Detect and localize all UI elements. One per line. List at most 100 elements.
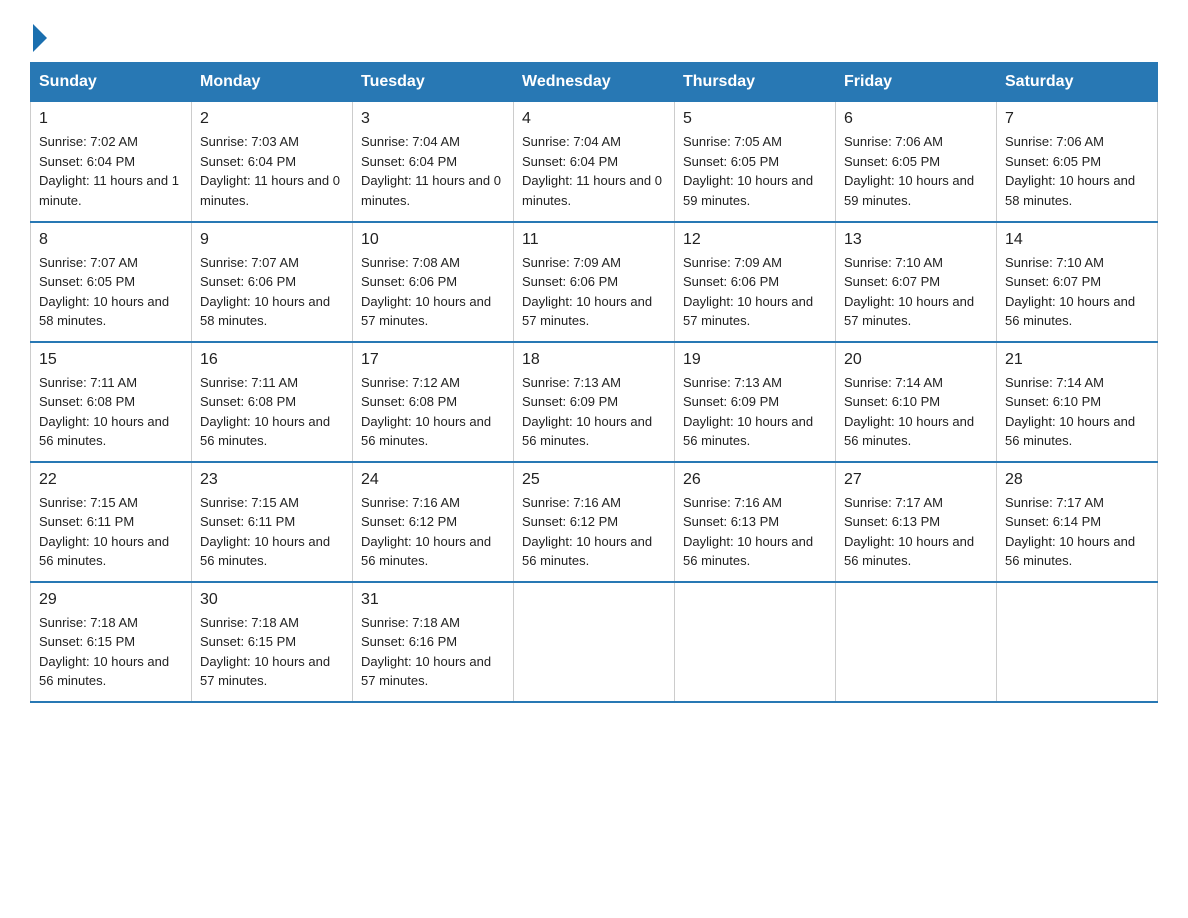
- day-info: Sunrise: 7:17 AMSunset: 6:14 PMDaylight:…: [1005, 493, 1149, 571]
- day-number: 13: [844, 231, 988, 249]
- table-row: 29 Sunrise: 7:18 AMSunset: 6:15 PMDaylig…: [31, 582, 192, 702]
- day-info: Sunrise: 7:11 AMSunset: 6:08 PMDaylight:…: [39, 373, 183, 451]
- table-row: [836, 582, 997, 702]
- col-monday: Monday: [192, 63, 353, 102]
- day-number: 3: [361, 110, 505, 128]
- table-row: 25 Sunrise: 7:16 AMSunset: 6:12 PMDaylig…: [514, 462, 675, 582]
- day-number: 26: [683, 471, 827, 489]
- day-info: Sunrise: 7:04 AMSunset: 6:04 PMDaylight:…: [522, 132, 666, 210]
- table-row: 5 Sunrise: 7:05 AMSunset: 6:05 PMDayligh…: [675, 102, 836, 222]
- col-wednesday: Wednesday: [514, 63, 675, 102]
- table-row: 6 Sunrise: 7:06 AMSunset: 6:05 PMDayligh…: [836, 102, 997, 222]
- col-sunday: Sunday: [31, 63, 192, 102]
- day-info: Sunrise: 7:12 AMSunset: 6:08 PMDaylight:…: [361, 373, 505, 451]
- day-number: 7: [1005, 110, 1149, 128]
- day-number: 30: [200, 591, 344, 609]
- table-row: [514, 582, 675, 702]
- col-friday: Friday: [836, 63, 997, 102]
- table-row: [997, 582, 1158, 702]
- table-row: 10 Sunrise: 7:08 AMSunset: 6:06 PMDaylig…: [353, 222, 514, 342]
- table-row: 12 Sunrise: 7:09 AMSunset: 6:06 PMDaylig…: [675, 222, 836, 342]
- day-info: Sunrise: 7:06 AMSunset: 6:05 PMDaylight:…: [1005, 132, 1149, 210]
- col-tuesday: Tuesday: [353, 63, 514, 102]
- day-info: Sunrise: 7:18 AMSunset: 6:15 PMDaylight:…: [39, 613, 183, 691]
- table-row: 27 Sunrise: 7:17 AMSunset: 6:13 PMDaylig…: [836, 462, 997, 582]
- table-row: 9 Sunrise: 7:07 AMSunset: 6:06 PMDayligh…: [192, 222, 353, 342]
- table-row: 8 Sunrise: 7:07 AMSunset: 6:05 PMDayligh…: [31, 222, 192, 342]
- col-saturday: Saturday: [997, 63, 1158, 102]
- day-info: Sunrise: 7:08 AMSunset: 6:06 PMDaylight:…: [361, 253, 505, 331]
- calendar-week-row: 22 Sunrise: 7:15 AMSunset: 6:11 PMDaylig…: [31, 462, 1158, 582]
- day-number: 2: [200, 110, 344, 128]
- day-number: 22: [39, 471, 183, 489]
- table-row: 17 Sunrise: 7:12 AMSunset: 6:08 PMDaylig…: [353, 342, 514, 462]
- day-number: 23: [200, 471, 344, 489]
- day-info: Sunrise: 7:02 AMSunset: 6:04 PMDaylight:…: [39, 132, 183, 210]
- day-number: 17: [361, 351, 505, 369]
- day-info: Sunrise: 7:07 AMSunset: 6:05 PMDaylight:…: [39, 253, 183, 331]
- table-row: 31 Sunrise: 7:18 AMSunset: 6:16 PMDaylig…: [353, 582, 514, 702]
- table-row: 24 Sunrise: 7:16 AMSunset: 6:12 PMDaylig…: [353, 462, 514, 582]
- day-number: 1: [39, 110, 183, 128]
- day-info: Sunrise: 7:10 AMSunset: 6:07 PMDaylight:…: [844, 253, 988, 331]
- day-number: 14: [1005, 231, 1149, 249]
- day-number: 29: [39, 591, 183, 609]
- day-info: Sunrise: 7:15 AMSunset: 6:11 PMDaylight:…: [39, 493, 183, 571]
- day-info: Sunrise: 7:03 AMSunset: 6:04 PMDaylight:…: [200, 132, 344, 210]
- day-number: 12: [683, 231, 827, 249]
- day-number: 28: [1005, 471, 1149, 489]
- table-row: 19 Sunrise: 7:13 AMSunset: 6:09 PMDaylig…: [675, 342, 836, 462]
- day-info: Sunrise: 7:16 AMSunset: 6:12 PMDaylight:…: [522, 493, 666, 571]
- table-row: 11 Sunrise: 7:09 AMSunset: 6:06 PMDaylig…: [514, 222, 675, 342]
- day-number: 18: [522, 351, 666, 369]
- table-row: 30 Sunrise: 7:18 AMSunset: 6:15 PMDaylig…: [192, 582, 353, 702]
- day-info: Sunrise: 7:16 AMSunset: 6:12 PMDaylight:…: [361, 493, 505, 571]
- day-info: Sunrise: 7:11 AMSunset: 6:08 PMDaylight:…: [200, 373, 344, 451]
- day-number: 25: [522, 471, 666, 489]
- day-number: 9: [200, 231, 344, 249]
- table-row: 16 Sunrise: 7:11 AMSunset: 6:08 PMDaylig…: [192, 342, 353, 462]
- table-row: 1 Sunrise: 7:02 AMSunset: 6:04 PMDayligh…: [31, 102, 192, 222]
- table-row: 15 Sunrise: 7:11 AMSunset: 6:08 PMDaylig…: [31, 342, 192, 462]
- day-number: 5: [683, 110, 827, 128]
- day-number: 21: [1005, 351, 1149, 369]
- day-info: Sunrise: 7:16 AMSunset: 6:13 PMDaylight:…: [683, 493, 827, 571]
- day-info: Sunrise: 7:13 AMSunset: 6:09 PMDaylight:…: [522, 373, 666, 451]
- calendar-week-row: 15 Sunrise: 7:11 AMSunset: 6:08 PMDaylig…: [31, 342, 1158, 462]
- day-number: 8: [39, 231, 183, 249]
- day-info: Sunrise: 7:09 AMSunset: 6:06 PMDaylight:…: [522, 253, 666, 331]
- table-row: 4 Sunrise: 7:04 AMSunset: 6:04 PMDayligh…: [514, 102, 675, 222]
- day-info: Sunrise: 7:17 AMSunset: 6:13 PMDaylight:…: [844, 493, 988, 571]
- calendar-week-row: 29 Sunrise: 7:18 AMSunset: 6:15 PMDaylig…: [31, 582, 1158, 702]
- calendar-header-row: Sunday Monday Tuesday Wednesday Thursday…: [31, 63, 1158, 102]
- logo-arrow-icon: [33, 24, 47, 52]
- day-info: Sunrise: 7:06 AMSunset: 6:05 PMDaylight:…: [844, 132, 988, 210]
- table-row: 18 Sunrise: 7:13 AMSunset: 6:09 PMDaylig…: [514, 342, 675, 462]
- day-info: Sunrise: 7:18 AMSunset: 6:16 PMDaylight:…: [361, 613, 505, 691]
- day-info: Sunrise: 7:09 AMSunset: 6:06 PMDaylight:…: [683, 253, 827, 331]
- day-info: Sunrise: 7:18 AMSunset: 6:15 PMDaylight:…: [200, 613, 344, 691]
- day-info: Sunrise: 7:05 AMSunset: 6:05 PMDaylight:…: [683, 132, 827, 210]
- day-number: 19: [683, 351, 827, 369]
- calendar-week-row: 1 Sunrise: 7:02 AMSunset: 6:04 PMDayligh…: [31, 102, 1158, 222]
- day-number: 24: [361, 471, 505, 489]
- page-header: [30, 20, 1158, 44]
- day-number: 10: [361, 231, 505, 249]
- table-row: 20 Sunrise: 7:14 AMSunset: 6:10 PMDaylig…: [836, 342, 997, 462]
- calendar-table: Sunday Monday Tuesday Wednesday Thursday…: [30, 62, 1158, 703]
- day-number: 20: [844, 351, 988, 369]
- day-number: 27: [844, 471, 988, 489]
- day-number: 6: [844, 110, 988, 128]
- table-row: [675, 582, 836, 702]
- table-row: 14 Sunrise: 7:10 AMSunset: 6:07 PMDaylig…: [997, 222, 1158, 342]
- table-row: 2 Sunrise: 7:03 AMSunset: 6:04 PMDayligh…: [192, 102, 353, 222]
- table-row: 26 Sunrise: 7:16 AMSunset: 6:13 PMDaylig…: [675, 462, 836, 582]
- day-info: Sunrise: 7:14 AMSunset: 6:10 PMDaylight:…: [1005, 373, 1149, 451]
- day-number: 4: [522, 110, 666, 128]
- table-row: 3 Sunrise: 7:04 AMSunset: 6:04 PMDayligh…: [353, 102, 514, 222]
- table-row: 28 Sunrise: 7:17 AMSunset: 6:14 PMDaylig…: [997, 462, 1158, 582]
- day-info: Sunrise: 7:04 AMSunset: 6:04 PMDaylight:…: [361, 132, 505, 210]
- day-info: Sunrise: 7:07 AMSunset: 6:06 PMDaylight:…: [200, 253, 344, 331]
- table-row: 21 Sunrise: 7:14 AMSunset: 6:10 PMDaylig…: [997, 342, 1158, 462]
- col-thursday: Thursday: [675, 63, 836, 102]
